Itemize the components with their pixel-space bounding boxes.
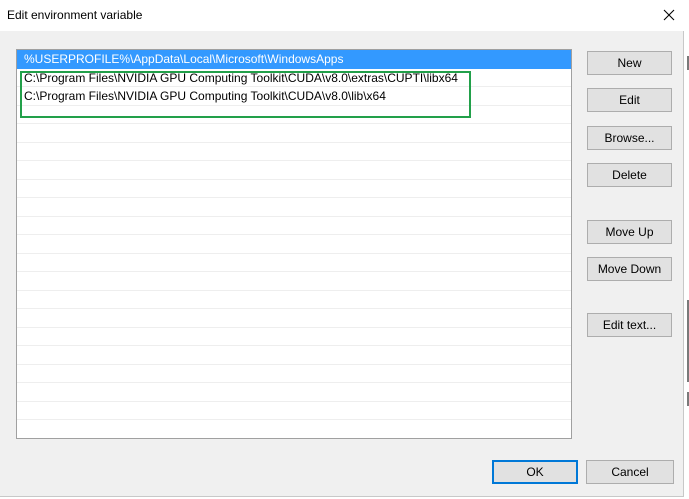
background-window-edge bbox=[684, 0, 689, 499]
list-item[interactable] bbox=[17, 291, 571, 309]
window-title: Edit environment variable bbox=[7, 8, 143, 22]
close-icon bbox=[663, 9, 675, 21]
list-item[interactable] bbox=[17, 254, 571, 272]
ok-button[interactable]: OK bbox=[492, 460, 578, 484]
list-item[interactable] bbox=[17, 198, 571, 217]
list-item[interactable] bbox=[17, 235, 571, 254]
move-up-button[interactable]: Move Up bbox=[587, 220, 672, 244]
close-button[interactable] bbox=[653, 0, 684, 31]
list-item[interactable] bbox=[17, 328, 571, 346]
list-item[interactable]: %USERPROFILE%\AppData\Local\Microsoft\Wi… bbox=[17, 50, 571, 69]
list-item[interactable] bbox=[17, 272, 571, 291]
edit-environment-variable-dialog: Edit environment variable %USERPROFILE%\… bbox=[0, 0, 684, 497]
move-down-button[interactable]: Move Down bbox=[587, 257, 672, 281]
list-item[interactable]: C:\Program Files\NVIDIA GPU Computing To… bbox=[17, 69, 571, 87]
list-item[interactable] bbox=[17, 106, 571, 124]
list-item[interactable] bbox=[17, 217, 571, 235]
list-item[interactable] bbox=[17, 365, 571, 383]
path-list[interactable]: %USERPROFILE%\AppData\Local\Microsoft\Wi… bbox=[16, 49, 572, 439]
title-bar: Edit environment variable bbox=[0, 0, 684, 31]
edit-text-button[interactable]: Edit text... bbox=[587, 313, 672, 337]
list-item[interactable] bbox=[17, 402, 571, 420]
list-item[interactable] bbox=[17, 346, 571, 365]
delete-button[interactable]: Delete bbox=[587, 163, 672, 187]
list-item[interactable] bbox=[17, 420, 571, 438]
list-item[interactable] bbox=[17, 124, 571, 143]
list-item[interactable] bbox=[17, 143, 571, 161]
new-button[interactable]: New bbox=[587, 51, 672, 75]
list-item[interactable] bbox=[17, 161, 571, 180]
list-item[interactable]: C:\Program Files\NVIDIA GPU Computing To… bbox=[17, 87, 571, 106]
browse-button[interactable]: Browse... bbox=[587, 126, 672, 150]
list-item[interactable] bbox=[17, 383, 571, 402]
edit-button[interactable]: Edit bbox=[587, 88, 672, 112]
cancel-button[interactable]: Cancel bbox=[586, 460, 674, 484]
list-item[interactable] bbox=[17, 180, 571, 198]
list-item[interactable] bbox=[17, 309, 571, 328]
